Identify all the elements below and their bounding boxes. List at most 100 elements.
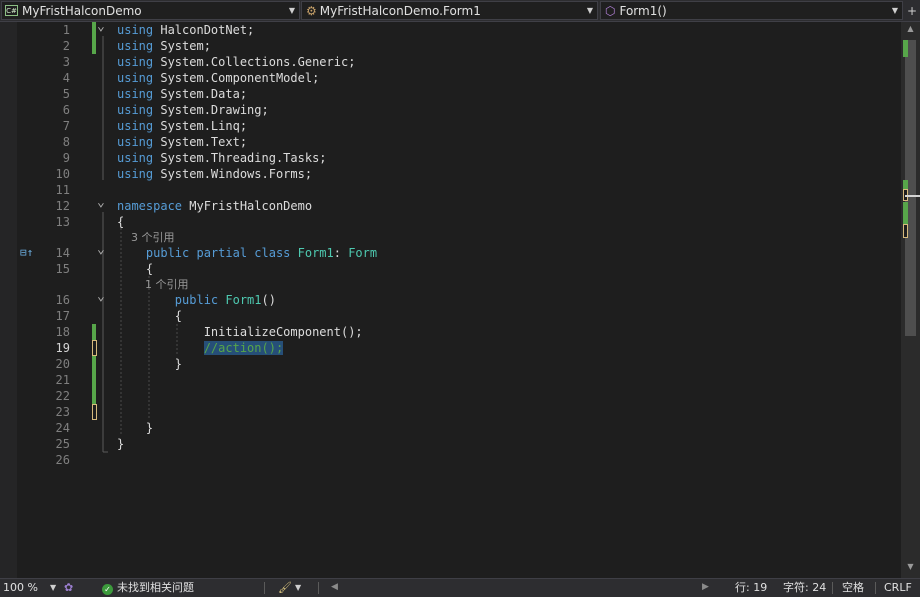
class-icon: ⚙ bbox=[306, 3, 317, 18]
code-text: } bbox=[117, 436, 124, 452]
class-dropdown[interactable]: ⚙ MyFristHalconDemo.Form1 ▼ bbox=[301, 1, 598, 20]
code-token: { bbox=[117, 262, 154, 276]
code-line[interactable]: 14 ⌄ public partial class Form1: Form bbox=[0, 242, 900, 261]
vertical-scrollbar[interactable]: ▲ ▼ bbox=[901, 22, 920, 578]
code-token: System.Drawing; bbox=[160, 103, 269, 117]
chevron-down-icon: ▼ bbox=[288, 6, 295, 15]
code-line[interactable]: 24 } bbox=[0, 420, 900, 436]
scroll-right-arrow-icon[interactable]: ▶ bbox=[702, 579, 709, 596]
code-token-kw: namespace bbox=[117, 199, 190, 213]
code-text: public Form1() bbox=[117, 292, 276, 308]
code-text: { bbox=[117, 308, 182, 324]
fold-chevron-icon[interactable]: ⌄ bbox=[97, 289, 107, 305]
code-line[interactable]: 3 using System.Collections.Generic; bbox=[0, 54, 900, 70]
issues-indicator[interactable]: ✓ 未找到相关问题 bbox=[102, 579, 194, 596]
code-token: System; bbox=[160, 39, 211, 53]
code-line[interactable]: 12 ⌄ namespace MyFristHalconDemo bbox=[0, 195, 900, 214]
project-dropdown[interactable]: C# MyFristHalconDemo ▼ bbox=[1, 1, 300, 20]
code-token-ty: Form1 bbox=[225, 293, 262, 307]
code-text: using System.Windows.Forms; bbox=[117, 166, 312, 182]
code-line[interactable]: 15 { bbox=[0, 261, 900, 277]
scroll-down-arrow-icon[interactable]: ▼ bbox=[901, 562, 920, 571]
code-line[interactable]: 2 using System; bbox=[0, 38, 900, 54]
fold-chevron-icon[interactable]: ⌄ bbox=[97, 19, 107, 35]
scroll-left-arrow-icon[interactable]: ◀ bbox=[331, 579, 338, 596]
zoom-level[interactable]: 100 % bbox=[3, 579, 38, 596]
code-token-kw: using bbox=[117, 103, 161, 117]
code-line[interactable]: 11 bbox=[0, 182, 900, 198]
code-token: } bbox=[117, 421, 154, 435]
code-text: { bbox=[117, 214, 124, 230]
code-line[interactable]: 25} bbox=[0, 436, 900, 452]
indentation-indicator[interactable]: 空格 bbox=[842, 579, 864, 596]
code-text: using System.Collections.Generic; bbox=[117, 54, 355, 70]
scroll-unsaved-marker bbox=[903, 224, 908, 238]
line-number: 17 bbox=[55, 309, 70, 323]
line-ending-indicator[interactable]: CRLF bbox=[884, 579, 912, 596]
code-line[interactable]: 20 } bbox=[0, 356, 900, 372]
line-number: 24 bbox=[55, 421, 70, 435]
code-line[interactable]: 16 ⌄ public Form1() bbox=[0, 289, 900, 308]
code-token-cm: //action(); bbox=[203, 341, 284, 355]
method-cube-icon: ⬡ bbox=[605, 3, 616, 18]
code-token-kw: using bbox=[117, 119, 161, 133]
code-token-ns: System.Windows.Forms; bbox=[160, 167, 313, 181]
code-token: } bbox=[117, 357, 183, 371]
csharp-project-icon: C# bbox=[5, 5, 18, 16]
code-token-kw: using bbox=[117, 23, 161, 37]
class-dropdown-label: MyFristHalconDemo.Form1 bbox=[319, 3, 481, 18]
code-token-ty: Form bbox=[348, 246, 378, 260]
split-editor-button[interactable]: + bbox=[904, 1, 920, 20]
line-number: 5 bbox=[62, 87, 70, 101]
code-line[interactable]: 10 using System.Windows.Forms; bbox=[0, 166, 900, 182]
line-number: 25 bbox=[55, 437, 70, 451]
cleanup-chevron-down-icon[interactable]: ▼ bbox=[295, 579, 301, 596]
code-line[interactable]: 7 using System.Linq; bbox=[0, 118, 900, 134]
code-token-ty: Form1 bbox=[297, 246, 334, 260]
fold-chevron-icon[interactable]: ⌄ bbox=[97, 242, 107, 258]
code-token-kw: using bbox=[117, 71, 161, 85]
column-indicator[interactable]: 字符: 24 bbox=[783, 579, 826, 596]
code-line[interactable]: 6 using System.Drawing; bbox=[0, 102, 900, 118]
code-line[interactable]: 26 bbox=[0, 452, 900, 468]
code-line[interactable]: 4 using System.ComponentModel; bbox=[0, 70, 900, 86]
chevron-down-icon: ▼ bbox=[586, 6, 593, 15]
code-text: } bbox=[117, 356, 182, 372]
line-number: 15 bbox=[55, 262, 70, 276]
code-line[interactable]: 1 ⌄ using HalconDotNet; bbox=[0, 19, 900, 38]
code-text: namespace MyFristHalconDemo bbox=[117, 198, 312, 214]
code-line[interactable]: 23 bbox=[0, 404, 900, 420]
code-line[interactable]: 19 //action(); bbox=[0, 340, 900, 356]
zoom-chevron-down-icon[interactable]: ▼ bbox=[50, 579, 56, 596]
code-token-kw: using bbox=[117, 135, 161, 149]
line-number: 20 bbox=[55, 357, 70, 371]
line-indicator[interactable]: 行: 19 bbox=[735, 579, 767, 596]
code-line[interactable]: 22 bbox=[0, 388, 900, 404]
divider bbox=[318, 582, 319, 594]
code-line[interactable]: 9 using System.Threading.Tasks; bbox=[0, 150, 900, 166]
code-text: using System.Threading.Tasks; bbox=[117, 150, 327, 166]
code-line[interactable]: 8 using System.Text; bbox=[0, 134, 900, 150]
member-dropdown[interactable]: ⬡ Form1() ▼ bbox=[600, 1, 903, 20]
line-number: 11 bbox=[55, 183, 70, 197]
fold-chevron-icon[interactable]: ⌄ bbox=[97, 195, 107, 211]
health-indicator-icon[interactable]: ✿ bbox=[64, 579, 73, 596]
code-text: using System.Linq; bbox=[117, 118, 247, 134]
codelens-reference[interactable]: 1 个引用 bbox=[0, 277, 900, 293]
code-text: public partial class Form1: Form bbox=[117, 245, 377, 261]
codelens-reference-text[interactable]: 1 个引用 bbox=[117, 277, 189, 293]
code-token: System.ComponentModel; bbox=[160, 71, 320, 85]
codelens-reference-text[interactable]: 3 个引用 bbox=[117, 230, 175, 246]
code-line[interactable]: 21 bbox=[0, 372, 900, 388]
codelens-reference[interactable]: 3 个引用 bbox=[0, 230, 900, 246]
line-number: 9 bbox=[62, 151, 70, 165]
code-line[interactable]: 18 InitializeComponent(); bbox=[0, 324, 900, 340]
code-line[interactable]: 13 { bbox=[0, 214, 900, 230]
code-cleanup-brush-icon[interactable]: 🖌 bbox=[278, 579, 292, 596]
code-line[interactable]: 5 using System.Data; bbox=[0, 86, 900, 102]
scroll-up-arrow-icon[interactable]: ▲ bbox=[901, 24, 920, 33]
code-line[interactable]: 17 { bbox=[0, 308, 900, 324]
line-number: 1 bbox=[62, 23, 70, 37]
